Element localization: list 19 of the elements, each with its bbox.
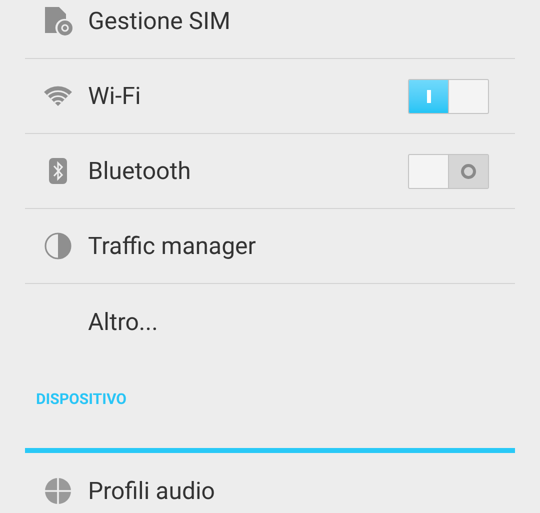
toggle-switch[interactable]: [408, 78, 489, 114]
settings-row[interactable]: Bluetooth: [25, 134, 515, 209]
row-label: Bluetooth: [88, 156, 192, 187]
settings-row[interactable]: Wi-Fi: [25, 59, 515, 134]
section-header: DISPOSITIVO: [35, 389, 127, 410]
row-label: Altro...: [88, 306, 159, 338]
row-label: Traffic manager: [88, 231, 257, 262]
row-label: Profili audio: [88, 476, 216, 506]
settings-row[interactable]: Gestione SIM: [25, 0, 515, 59]
row-label: Wi-Fi: [88, 81, 142, 112]
settings-row[interactable]: Profili audio: [25, 453, 515, 513]
toggle-switch[interactable]: [408, 154, 489, 188]
pie-clock-icon: [44, 232, 72, 260]
bluetooth-icon: [48, 157, 68, 185]
audio-profile-icon: [44, 476, 72, 504]
row-label: Gestione SIM: [88, 6, 232, 37]
settings-row[interactable]: Traffic manager: [25, 209, 515, 284]
settings-row[interactable]: Altro...: [25, 284, 515, 359]
wifi-icon: [42, 85, 72, 107]
